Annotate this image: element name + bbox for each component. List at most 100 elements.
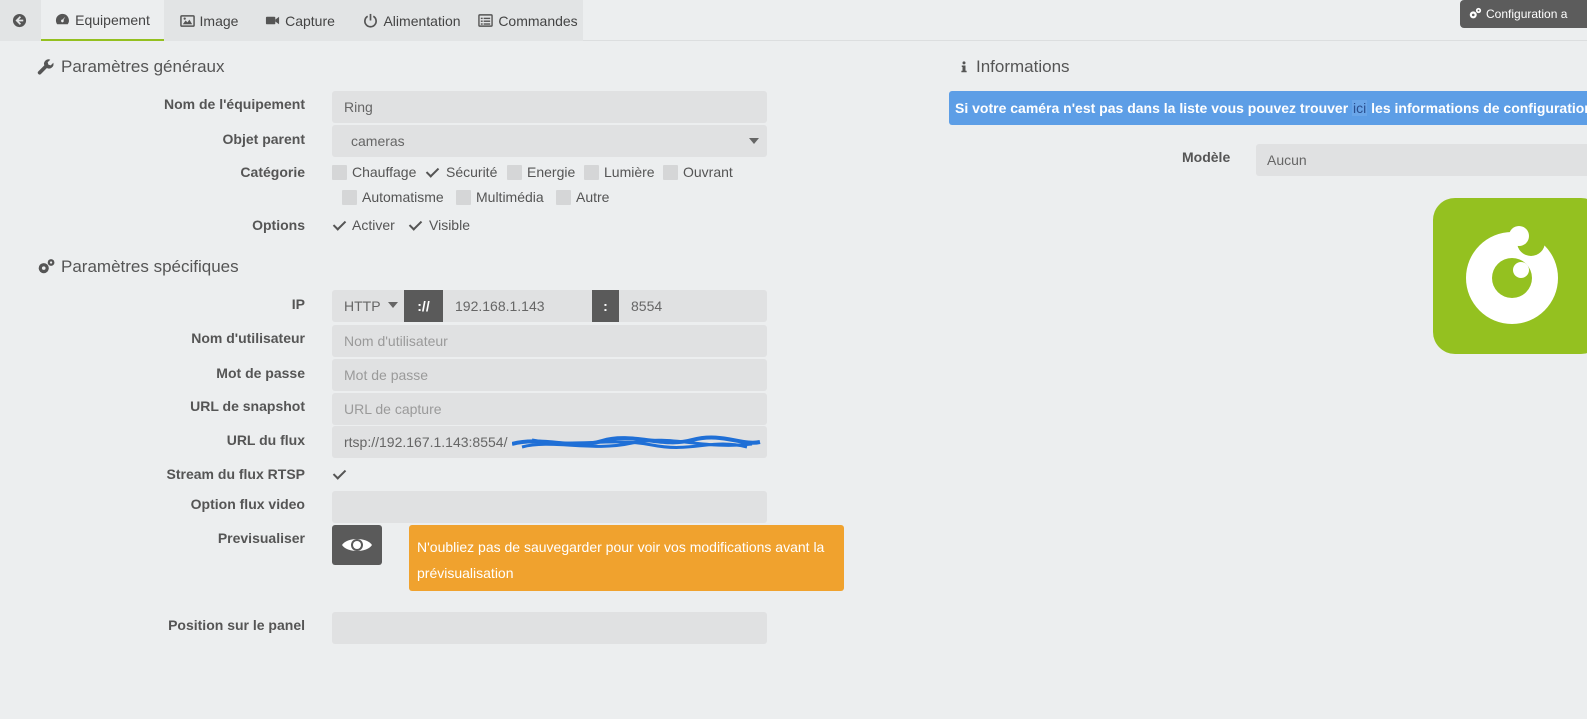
tab-equipement-label: Equipement — [75, 11, 150, 28]
rtsp-label: Stream du flux RTSP — [166, 466, 305, 482]
options-label: Options — [252, 217, 305, 233]
ip-port-value: 8554 — [631, 298, 663, 314]
model-label: Modèle — [1182, 149, 1231, 165]
category-checkbox-autre[interactable] — [556, 190, 571, 205]
camera-plugin-logo-icon — [1466, 226, 1558, 324]
video-option-label: Option flux video — [190, 496, 305, 512]
ip-host-input[interactable]: 192.168.1.143 — [443, 290, 592, 322]
snapshot-url-input[interactable]: URL de capture — [332, 393, 767, 425]
chevron-down-icon — [749, 138, 759, 144]
tab-equipement[interactable]: Equipement — [41, 0, 164, 41]
model-select[interactable]: Aucun — [1256, 144, 1587, 176]
protocol-value: HTTP — [344, 298, 381, 314]
tab-capture-label: Capture — [285, 12, 335, 29]
parent-label: Objet parent — [222, 131, 305, 147]
tab-alimentation[interactable]: Alimentation — [354, 0, 470, 41]
dashboard-icon — [56, 13, 70, 25]
info-banner-text-before: Si votre caméra n'est pas dans la liste … — [955, 100, 1349, 116]
parent-select[interactable]: cameras — [332, 125, 767, 157]
name-input[interactable]: Ring — [332, 91, 767, 123]
option-label-activer: Activer — [352, 217, 395, 233]
category-checkbox-energie[interactable] — [507, 165, 522, 180]
list-icon — [478, 14, 494, 27]
info-section-title: Informations — [958, 57, 1070, 77]
category-label-automatisme: Automatisme — [362, 189, 444, 205]
option-label-visible: Visible — [429, 217, 470, 233]
ip-host-value: 192.168.1.143 — [455, 298, 545, 314]
plugin-logo — [1433, 198, 1587, 354]
tab-image-label: Image — [199, 12, 239, 29]
image-icon — [179, 15, 195, 27]
gears-icon — [38, 259, 55, 274]
ip-port-input[interactable]: 8554 — [619, 290, 767, 322]
video-camera-icon — [266, 16, 280, 25]
general-section-title-text: Paramètres généraux — [61, 57, 225, 76]
name-input-value: Ring — [344, 99, 373, 115]
stream-url-input[interactable]: rtsp://192.167.1.143:8554/ — [332, 426, 767, 458]
tab-bar: Equipement Image Capture Alimentation Co… — [0, 0, 1587, 41]
position-input[interactable] — [332, 612, 767, 644]
category-label-securite: Sécurité — [446, 164, 498, 180]
info-icon — [961, 61, 967, 73]
tab-alimentation-label: Alimentation — [383, 12, 461, 29]
info-banner-text-after: les informations de configuration pou — [1371, 100, 1587, 116]
general-section-title: Paramètres généraux — [37, 57, 224, 77]
preview-button[interactable] — [332, 525, 382, 565]
option-checkbox-visible[interactable] — [408, 218, 423, 233]
category-label-chauffage: Chauffage — [352, 164, 417, 180]
port-separator: : — [592, 290, 619, 322]
category-label-autre: Autre — [576, 189, 610, 205]
password-placeholder: Mot de passe — [344, 367, 429, 383]
user-label: Nom d'utilisateur — [191, 330, 305, 346]
username-placeholder: Nom d'utilisateur — [344, 333, 448, 349]
ip-label: IP — [291, 296, 305, 312]
power-icon — [364, 13, 378, 28]
info-banner-link[interactable]: ici — [1352, 100, 1368, 116]
category-checkbox-ouvrant[interactable] — [663, 165, 678, 180]
option-checkbox-activer[interactable] — [332, 218, 347, 233]
protocol-select[interactable]: HTTP — [332, 290, 404, 322]
scheme-separator: :// — [404, 290, 443, 322]
stream-url-value: rtsp://192.167.1.143:8554/ — [344, 434, 508, 450]
category-checkbox-multimedia[interactable] — [456, 190, 471, 205]
redaction-scribble — [512, 435, 761, 449]
category-checkbox-chauffage[interactable] — [332, 165, 347, 180]
tab-commandes-label: Commandes — [498, 12, 578, 29]
name-label: Nom de l'équipement — [163, 96, 305, 112]
category-checkbox-lumiere[interactable] — [584, 165, 599, 180]
category-label-ouvrant: Ouvrant — [683, 164, 733, 180]
category-checkbox-automatisme[interactable] — [342, 190, 357, 205]
category-label-multimedia: Multimédia — [476, 189, 544, 205]
specific-section-title-text: Paramètres spécifiques — [61, 257, 239, 276]
model-value: Aucun — [1267, 152, 1307, 168]
back-button[interactable] — [0, 0, 38, 41]
category-label: Catégorie — [240, 164, 305, 180]
chevron-down-icon — [388, 302, 398, 308]
password-label: Mot de passe — [216, 365, 305, 381]
snapshot-placeholder: URL de capture — [344, 401, 442, 417]
tab-image[interactable]: Image — [170, 0, 248, 41]
category-checkbox-securite[interactable] — [425, 165, 440, 180]
wrench-icon — [37, 59, 54, 75]
eye-icon — [342, 539, 372, 551]
position-label: Position sur le panel — [168, 617, 305, 633]
preview-label: Previsualiser — [217, 530, 305, 546]
video-option-input[interactable] — [332, 491, 767, 523]
save-warning-alert: N'oubliez pas de sauvegarder pour voir v… — [409, 525, 844, 591]
password-input[interactable]: Mot de passe — [332, 359, 767, 391]
stream-label: URL du flux — [226, 432, 305, 448]
username-input[interactable]: Nom d'utilisateur — [332, 325, 767, 357]
info-section-title-text: Informations — [976, 57, 1070, 76]
configuration-button[interactable]: Configuration a — [1460, 0, 1587, 28]
tab-capture[interactable]: Capture — [256, 0, 344, 41]
info-banner: Si votre caméra n'est pas dans la liste … — [949, 91, 1587, 125]
category-label-energie: Energie — [527, 164, 576, 180]
snapshot-label: URL de snapshot — [190, 398, 305, 414]
parent-select-value: cameras — [351, 133, 405, 149]
tab-commandes[interactable]: Commandes — [473, 0, 583, 41]
gears-icon — [1469, 7, 1482, 19]
rtsp-checkbox[interactable] — [332, 467, 347, 482]
configuration-button-label: Configuration a — [1486, 7, 1568, 21]
specific-section-title: Paramètres spécifiques — [37, 257, 239, 277]
arrow-circle-left-icon — [12, 13, 26, 28]
